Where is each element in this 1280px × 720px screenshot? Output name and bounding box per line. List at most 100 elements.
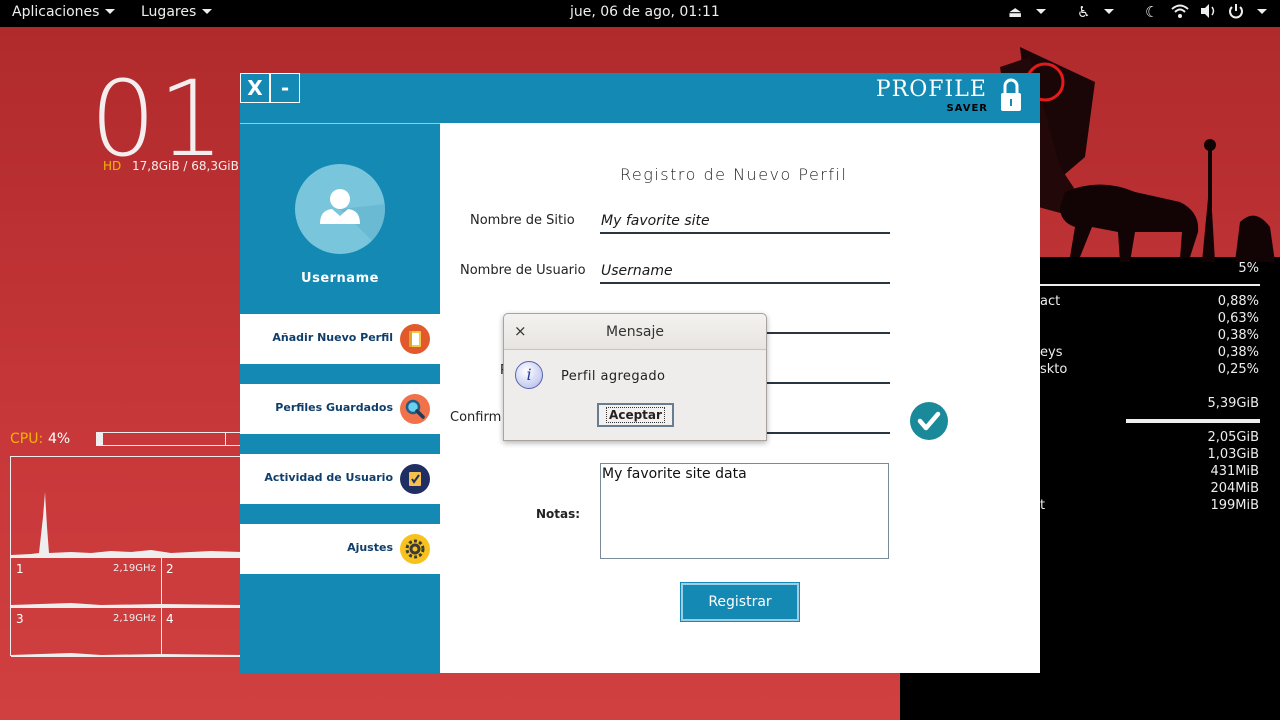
process-value: 0,38% bbox=[1217, 328, 1259, 343]
accept-button[interactable]: Aceptar bbox=[597, 403, 674, 427]
sidebar-username: Username bbox=[301, 271, 379, 286]
top-panel: Aplicaciones Lugares jue, 06 de ago, 01:… bbox=[0, 0, 1280, 27]
sidebar-item-label: Ajustes bbox=[347, 541, 393, 554]
avatar bbox=[295, 164, 385, 254]
wifi-icon[interactable] bbox=[1171, 3, 1189, 23]
logo-title: PROFILE bbox=[875, 77, 987, 102]
places-menu-label: Lugares bbox=[141, 4, 197, 20]
mem-bar bbox=[1040, 419, 1260, 423]
minimize-button[interactable]: - bbox=[270, 73, 300, 103]
accept-button-label: Aceptar bbox=[606, 407, 665, 423]
chevron-down-icon bbox=[202, 9, 213, 14]
chevron-down-icon bbox=[1104, 9, 1114, 14]
cpu-usage-bar bbox=[96, 432, 242, 446]
mem-bar-fill bbox=[1126, 419, 1260, 423]
notes-label: Notas: bbox=[536, 507, 581, 521]
clock-datetime[interactable]: jue, 06 de ago, 01:11 bbox=[570, 4, 720, 20]
process-value: 0,63% bbox=[1217, 311, 1259, 326]
hd-label: HD bbox=[103, 159, 122, 173]
process-row: 2,05GiB bbox=[1040, 430, 1259, 447]
sidebar-item-label: Añadir Nuevo Perfil bbox=[272, 331, 393, 344]
process-row: 0,63% bbox=[1040, 311, 1259, 328]
process-name: t bbox=[1040, 498, 1046, 513]
process-value: 2,05GiB bbox=[1207, 430, 1259, 445]
process-name: skto bbox=[1040, 362, 1068, 377]
places-menu[interactable]: Lugares bbox=[141, 4, 213, 20]
confirm-password-label: Confirm bbox=[450, 410, 502, 425]
close-button[interactable]: X bbox=[240, 73, 270, 103]
cpu-value: 4% bbox=[48, 431, 71, 447]
process-row: skto 0,25% bbox=[1040, 362, 1259, 379]
conky-mem-total: 5,39GiB bbox=[1040, 396, 1259, 413]
dialog-title: Mensaje bbox=[606, 324, 664, 340]
eject-icon[interactable]: ⏏ bbox=[1008, 3, 1022, 21]
cpu-graph: 1 2,19GHz 2 3 2,19GHz 4 bbox=[10, 456, 242, 657]
app-header: X - PROFILE SAVER bbox=[240, 73, 1040, 123]
mem-total-value: 5,39GiB bbox=[1207, 396, 1259, 411]
cpu-usage-bar-fill bbox=[97, 433, 103, 445]
add-profile-icon bbox=[400, 324, 430, 354]
sidebar-item-add-profile[interactable]: Añadir Nuevo Perfil bbox=[240, 314, 440, 364]
site-name-label: Nombre de Sitio bbox=[470, 213, 575, 228]
cpu-bar-divider bbox=[225, 433, 226, 445]
cpu-graph-total bbox=[11, 492, 241, 557]
sidebar-item-user-activity[interactable]: Actividad de Usuario bbox=[240, 454, 440, 504]
datetime-label: jue, 06 de ago, 01:11 bbox=[570, 4, 720, 20]
conky-divider bbox=[1040, 284, 1260, 286]
process-value: 431MiB bbox=[1210, 464, 1259, 479]
applications-menu-label: Aplicaciones bbox=[12, 4, 100, 20]
register-button[interactable]: Registrar bbox=[680, 582, 800, 622]
power-icon[interactable] bbox=[1228, 3, 1244, 23]
dialog-titlebar: × Mensaje bbox=[504, 314, 766, 350]
sidebar-item-label: Perfiles Guardados bbox=[275, 401, 393, 414]
activity-icon bbox=[400, 464, 430, 494]
process-value: 1,03GiB bbox=[1207, 447, 1259, 462]
process-row: 431MiB bbox=[1040, 464, 1259, 481]
hd-usage: 17,8GiB / 68,3GiB bbox=[132, 159, 239, 173]
process-row: 0,38% bbox=[1040, 328, 1259, 345]
cpu-label: CPU: bbox=[10, 431, 44, 447]
sidebar-item-label: Actividad de Usuario bbox=[264, 471, 393, 484]
gear-icon bbox=[400, 534, 430, 564]
night-light-icon[interactable]: ☾ bbox=[1145, 3, 1158, 21]
username-label: Nombre de Usuario bbox=[460, 263, 586, 278]
info-icon: i bbox=[515, 361, 543, 389]
accessibility-icon[interactable]: ♿ bbox=[1077, 3, 1090, 21]
form-title: Registro de Nuevo Perfil bbox=[620, 165, 848, 184]
sidebar-item-saved-profiles[interactable]: Perfiles Guardados bbox=[240, 384, 440, 434]
process-value: 0,25% bbox=[1217, 362, 1259, 377]
conky-cpu-total: 5% bbox=[1040, 261, 1259, 278]
sidebar: Username Añadir Nuevo Perfil Perfiles Gu… bbox=[240, 123, 440, 673]
process-value: 204MiB bbox=[1210, 481, 1259, 496]
logo-subtitle: SAVER bbox=[946, 103, 988, 114]
check-icon bbox=[910, 402, 948, 440]
process-value: 0,38% bbox=[1217, 345, 1259, 360]
sidebar-item-settings[interactable]: Ajustes bbox=[240, 524, 440, 574]
process-row: eys 0,38% bbox=[1040, 345, 1259, 362]
notes-textarea[interactable]: My favorite site data bbox=[600, 463, 889, 559]
process-name: act bbox=[1040, 294, 1061, 309]
process-row: 1,03GiB bbox=[1040, 447, 1259, 464]
search-icon bbox=[400, 394, 430, 424]
system-menu[interactable] bbox=[1251, 4, 1267, 20]
accessibility-menu[interactable] bbox=[1098, 4, 1114, 20]
chevron-down-icon bbox=[1257, 9, 1267, 14]
message-dialog: × Mensaje i Perfil agregado Aceptar bbox=[503, 313, 767, 441]
applications-menu[interactable]: Aplicaciones bbox=[12, 4, 116, 20]
chevron-down-icon bbox=[105, 9, 116, 14]
cpu-total-value: 5% bbox=[1238, 261, 1259, 276]
process-value: 0,88% bbox=[1217, 294, 1259, 309]
cpu-graph-cores bbox=[11, 603, 241, 657]
eject-menu[interactable] bbox=[1030, 4, 1046, 20]
username-input[interactable] bbox=[600, 260, 890, 284]
process-row: 204MiB bbox=[1040, 481, 1259, 498]
volume-icon[interactable] bbox=[1200, 3, 1218, 23]
process-row: act 0,88% bbox=[1040, 294, 1259, 311]
process-name: eys bbox=[1040, 345, 1063, 360]
process-row: t 199MiB bbox=[1040, 498, 1259, 515]
chevron-down-icon bbox=[1036, 9, 1046, 14]
lock-icon bbox=[1000, 77, 1022, 113]
dialog-message: Perfil agregado bbox=[561, 369, 666, 384]
site-name-input[interactable] bbox=[600, 210, 890, 234]
user-icon bbox=[320, 189, 385, 254]
